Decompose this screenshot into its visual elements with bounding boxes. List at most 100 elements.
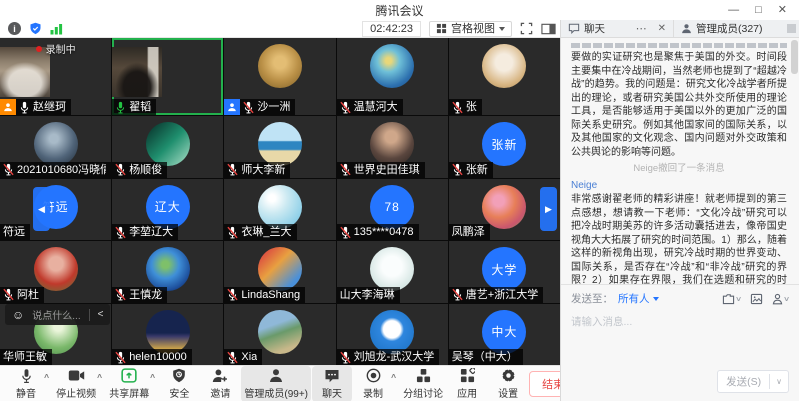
emoji-icon[interactable]: ☺: [12, 309, 24, 321]
close-button[interactable]: ✕: [778, 0, 787, 20]
participant-tile-5[interactable]: 张: [449, 38, 560, 115]
panel-scrollbar-top[interactable]: [783, 20, 799, 37]
participant-name: 刘旭龙-武汉大学: [354, 349, 435, 365]
toolbar-item-apps[interactable]: 应用: [447, 366, 487, 401]
tab-manage-members[interactable]: 管理成员(327): [673, 20, 783, 37]
participant-name: 杨顺俊: [129, 162, 162, 178]
grid-next-page-button[interactable]: ▶: [540, 187, 557, 231]
mic-status-icon: [3, 288, 14, 301]
toolbar-item-shield[interactable]: 安全: [159, 366, 199, 401]
participant-tile-18[interactable]: LindaShang: [224, 241, 335, 303]
participant-tile-3[interactable]: 沙一洲: [224, 38, 335, 115]
tab-chat[interactable]: 聊天 ⋯ ✕: [561, 20, 673, 37]
participant-tile-17[interactable]: 王慎龙: [112, 241, 223, 303]
chat-close-icon[interactable]: ✕: [658, 23, 666, 34]
member-icon: [681, 23, 692, 34]
participant-tile-8[interactable]: 师大李新: [224, 116, 335, 178]
role-badge-icon: [0, 99, 16, 115]
send-button[interactable]: 发送(S) ∨: [717, 370, 789, 393]
image-button[interactable]: [750, 293, 763, 305]
participant-tile-12[interactable]: 辽大 李堃辽大: [112, 179, 223, 241]
participant-tile-23[interactable]: Xia: [224, 304, 335, 366]
network-signal-icon[interactable]: [50, 23, 63, 35]
participant-tile-9[interactable]: 世界史田佳琪: [337, 116, 448, 178]
status-bar-left: i 02:42:23 宫格视图: [0, 20, 560, 38]
toolbar-item-settings[interactable]: 设置: [488, 366, 528, 401]
mic-status-icon: [115, 226, 126, 239]
chevron-up-icon[interactable]: ∧: [43, 372, 50, 380]
participant-tile-11[interactable]: 符远 符远: [0, 179, 111, 241]
participant-name: 符远: [3, 224, 25, 240]
share-icon: [121, 368, 137, 384]
participant-tile-6[interactable]: 2021010680冯晓倩: [0, 116, 111, 178]
maximize-button[interactable]: □: [755, 0, 762, 20]
participant-tile-14[interactable]: 78 135****0478: [337, 179, 448, 241]
fullscreen-icon[interactable]: [520, 22, 533, 35]
participant-tile-24[interactable]: 刘旭龙-武汉大学: [337, 304, 448, 366]
participant-avatar: [482, 44, 526, 88]
participant-namebar: 温慧河大: [337, 99, 403, 115]
participant-tile-16[interactable]: 阿杜: [0, 241, 111, 303]
breakout-icon: [416, 368, 431, 384]
chevron-up-icon[interactable]: ∧: [149, 372, 156, 380]
mic-status-icon: [452, 101, 463, 114]
send-options-icon[interactable]: ∨: [769, 374, 788, 389]
participant-tile-13[interactable]: 衣琳_兰大: [224, 179, 335, 241]
participant-namebar: 张: [449, 99, 482, 115]
chat-icon: [324, 368, 340, 384]
participant-namebar: helen10000: [112, 349, 192, 365]
participant-name: 张新: [466, 162, 488, 178]
chevron-down-icon: ∨: [735, 295, 742, 303]
toolbar-item-share[interactable]: 共享屏幕 ∧: [106, 366, 158, 401]
participant-tile-25[interactable]: 中大 吴琴（中大）: [449, 304, 560, 366]
participant-tile-2[interactable]: 翟韬: [112, 38, 223, 115]
participant-name: 世界史田佳琪: [354, 162, 420, 178]
participant-tile-22[interactable]: helen10000: [112, 304, 223, 366]
participant-tile-10[interactable]: 张新 张新: [449, 116, 560, 178]
view-mode-button[interactable]: 宫格视图: [429, 21, 512, 37]
participant-tile-20[interactable]: 大学 唐艺+浙江大学: [449, 241, 560, 303]
participant-name: LindaShang: [241, 287, 300, 303]
grid-prev-page-button[interactable]: ◀: [33, 187, 50, 231]
participant-avatar: [146, 310, 190, 354]
participant-tile-7[interactable]: 杨顺俊: [112, 116, 223, 178]
settings-icon: [501, 368, 516, 384]
participant-avatar: [258, 247, 302, 291]
mic-status-icon: [340, 101, 351, 114]
send-to-selector[interactable]: 所有人: [618, 291, 659, 306]
apps-icon: [460, 368, 475, 384]
participant-avatar: [146, 122, 190, 166]
participant-avatar: 中大: [482, 310, 526, 354]
meeting-info-icon[interactable]: i: [8, 22, 21, 35]
toolbar-item-chat[interactable]: 聊天: [312, 366, 352, 401]
minimize-button[interactable]: —: [728, 0, 739, 20]
chevron-up-icon[interactable]: ∧: [390, 372, 397, 380]
quick-chat-input[interactable]: 说点什么...: [32, 307, 80, 322]
participant-name: 凤鹏泽: [452, 224, 485, 240]
grid-view-icon: [436, 23, 447, 34]
participant-namebar: Xia: [224, 349, 262, 365]
toolbar-item-breakout[interactable]: 分组讨论: [400, 366, 446, 401]
toolbar-item-record[interactable]: 录制 ∧: [353, 366, 399, 401]
toolbar-item-members[interactable]: 管理成员(99+): [241, 366, 311, 401]
message-input[interactable]: 请输入消息...: [571, 314, 789, 329]
side-panel-toggle-icon[interactable]: [541, 23, 556, 35]
chevron-up-icon[interactable]: ∧: [96, 372, 103, 380]
toolbar-item-mic[interactable]: 静音 ∧: [6, 366, 52, 401]
participant-name: 山大李海琳: [340, 287, 395, 303]
chat-more-icon[interactable]: ⋯: [636, 22, 648, 35]
screenshot-button[interactable]: ∨: [722, 293, 741, 305]
participant-avatar: [370, 247, 414, 291]
participant-name: 王慎龙: [129, 287, 162, 303]
mention-member-button[interactable]: ∨: [772, 293, 789, 305]
participant-tile-4[interactable]: 温慧河大: [337, 38, 448, 115]
chat-tab-label: 聊天: [584, 21, 605, 36]
participant-tile-19[interactable]: 山大李海琳: [337, 241, 448, 303]
toolbar-item-invite[interactable]: 邀请: [200, 366, 240, 401]
participant-tile-1[interactable]: 赵继珂 录制中: [0, 38, 111, 115]
chat-scrollbar[interactable]: [791, 40, 798, 280]
security-shield-icon[interactable]: [29, 22, 42, 35]
view-mode-label: 宫格视图: [451, 22, 495, 36]
toolbar-item-camera[interactable]: 停止视频 ∧: [53, 366, 105, 401]
quickbar-collapse-icon[interactable]: <: [89, 309, 104, 321]
